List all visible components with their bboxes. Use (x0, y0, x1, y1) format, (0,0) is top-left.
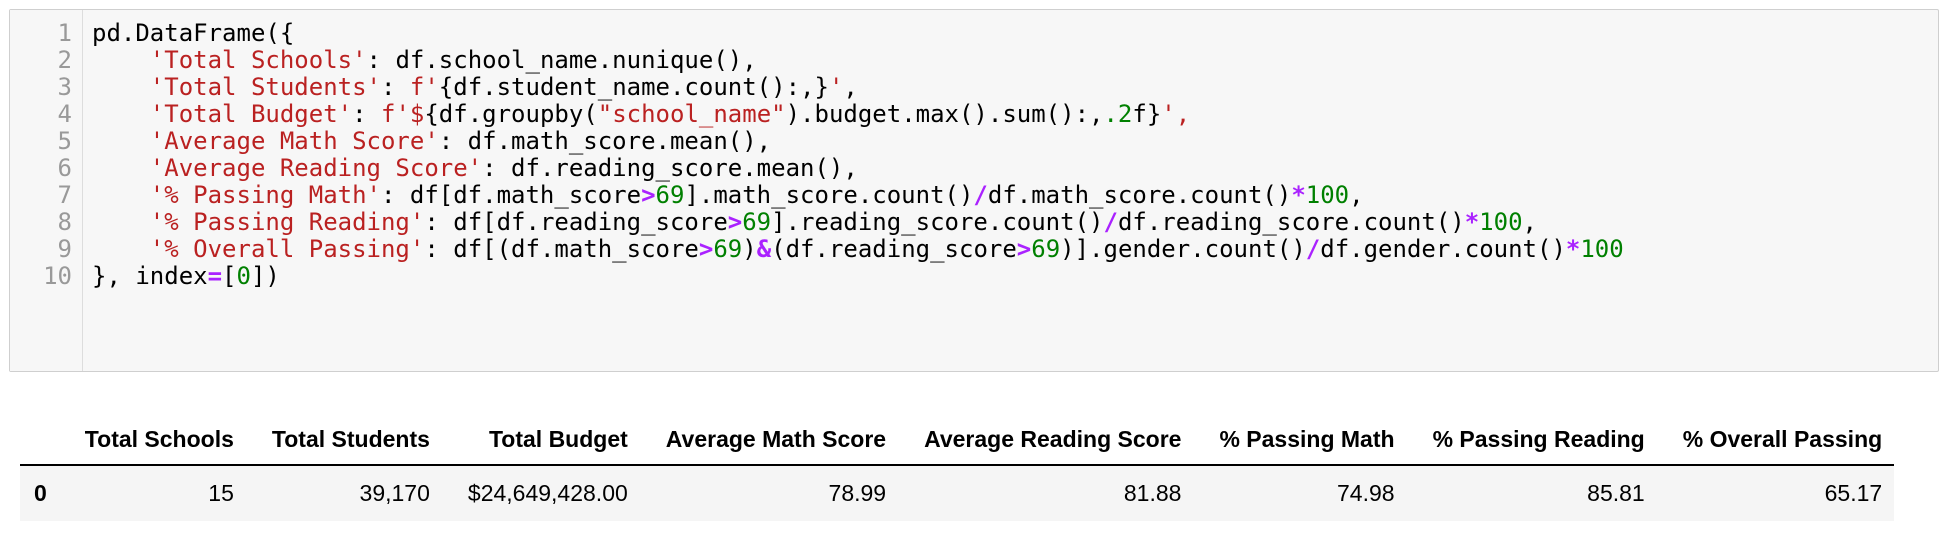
table-cell: 74.98 (1337, 480, 1395, 506)
code-token: df.gender.count() (1320, 235, 1566, 263)
code-token: (df.reading_score (771, 235, 1017, 263)
dataframe-table: Total Schools Total Students Total Budge… (20, 414, 1895, 521)
code-token: ]) (250, 262, 280, 290)
code-token: ) (742, 235, 757, 263)
operator-token: > (698, 235, 714, 263)
code-cell[interactable]: 1 2 3 4 5 6 7 8 9 10 pd.DataFrame({ 'Tot… (9, 9, 1939, 372)
index-header (20, 414, 59, 466)
column-header: % Passing Math (1193, 414, 1407, 466)
code-line: '% Overall Passing': df[(df.math_score>6… (92, 232, 1624, 266)
number-token: 100 (1580, 235, 1624, 263)
code-token: : df[(df.math_score (424, 235, 699, 263)
table-cell: 15 (208, 480, 234, 506)
operator-token: = (207, 262, 223, 290)
code-line: }, index=[0]) (92, 259, 280, 293)
column-header: Average Math Score (639, 414, 899, 466)
table-cell: 85.81 (1587, 480, 1645, 506)
column-header: % Passing Reading (1406, 414, 1657, 466)
operator-token: * (1565, 235, 1581, 263)
code-token: [ (222, 262, 237, 290)
string-token: ', (1161, 100, 1191, 128)
column-header: Average Reading Score (898, 414, 1194, 466)
row-index: 0 (34, 480, 47, 506)
table-cell: $24,649,428.00 (467, 480, 628, 506)
table-cell: 78.99 (828, 480, 887, 506)
number-token: 69 (713, 235, 743, 263)
operator-token: > (1016, 235, 1032, 263)
column-header: Total Schools (58, 414, 246, 466)
code-token: )].gender.count() (1060, 235, 1306, 263)
operator-token: & (756, 235, 772, 263)
number-token: 0 (236, 262, 251, 290)
line-number-gutter: 1 2 3 4 5 6 7 8 9 10 (10, 10, 83, 371)
column-header: Total Students (245, 414, 442, 466)
line-number: 10 (43, 262, 72, 290)
table-cell: 39,170 (359, 480, 430, 506)
number-token: 69 (1031, 235, 1061, 263)
operator-token: / (1305, 235, 1321, 263)
table-header-row: Total Schools Total Students Total Budge… (20, 414, 1895, 466)
code-token: f} (1132, 100, 1162, 128)
table-cell: 65.17 (1824, 480, 1883, 506)
cell-output: Total Schools Total Students Total Budge… (20, 414, 1895, 521)
number-token: .2 (1103, 100, 1133, 128)
table-cell: 81.88 (1123, 480, 1182, 506)
table-row: 0 15 39,170 $24,649,428.00 78.99 81.88 7… (20, 465, 1895, 521)
code-token: ).budget.max().sum():, (785, 100, 1104, 128)
column-header: % Overall Passing (1656, 414, 1895, 466)
code-token: }, index (92, 262, 208, 290)
column-header: Total Budget (441, 414, 640, 466)
